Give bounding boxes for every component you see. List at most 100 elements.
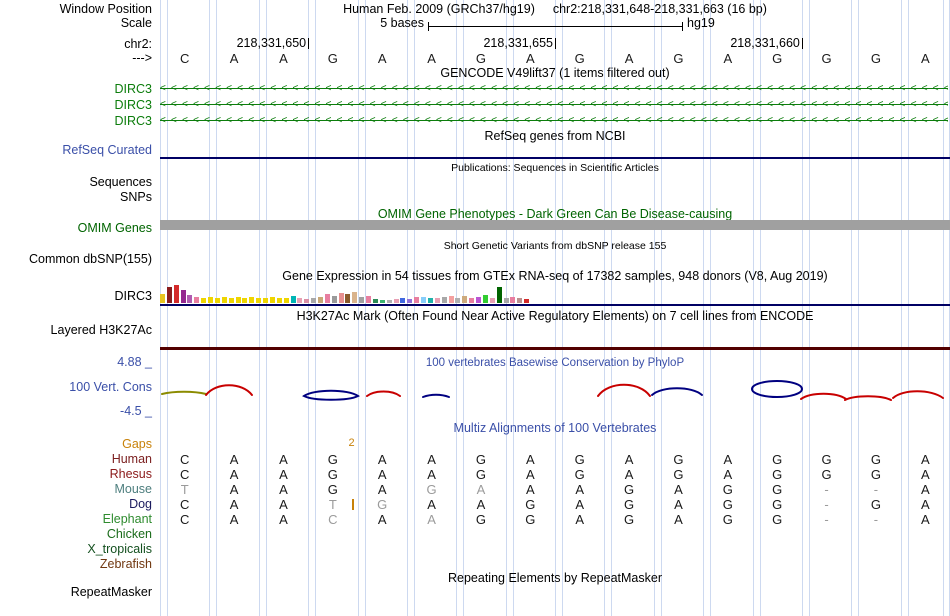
alignment-base: G: [525, 497, 536, 512]
genome-browser-image[interactable]: Window Position Human Feb. 2009 (GRCh37/…: [0, 0, 950, 616]
alignment-base: A: [723, 452, 733, 467]
alignment-base: G: [624, 497, 635, 512]
alignment-base: G: [475, 467, 486, 482]
alignment-base: A: [920, 482, 930, 497]
alignment-row-elephant[interactable]: CAACAAGGAGAGG--A: [160, 512, 950, 527]
alignment-base: G: [624, 482, 635, 497]
alignment-base: A: [920, 452, 930, 467]
alignment-base: G: [821, 467, 832, 482]
alignment-base: G: [673, 467, 684, 482]
alignment-row-x_tropicalis[interactable]: [160, 542, 950, 557]
alignment-base: A: [525, 482, 535, 497]
species-label-rhesus[interactable]: Rhesus: [0, 467, 152, 481]
alignment-base: G: [327, 452, 338, 467]
alignment-base: G: [525, 512, 536, 527]
alignment-base: C: [180, 467, 190, 482]
alignment-base: C: [180, 452, 190, 467]
repeatmasker-label[interactable]: RepeatMasker: [0, 585, 152, 599]
alignment-base: A: [674, 512, 683, 527]
alignment-base: G: [722, 482, 733, 497]
alignment-base: A: [427, 467, 436, 482]
alignment-base: A: [279, 512, 288, 527]
alignment-base: C: [180, 497, 190, 512]
multiz-alignment[interactable]: Gaps 2 Human C A A G A A G A G A G A G G G A Rhesus C A A G A A G A…: [0, 0, 950, 616]
insertion-tick: [351, 499, 354, 510]
alignment-base: G: [574, 452, 585, 467]
alignment-base: A: [920, 467, 930, 482]
alignment-base: C: [328, 512, 338, 527]
alignment-row-zebrafish[interactable]: [160, 557, 950, 572]
alignment-base: A: [279, 467, 288, 482]
alignment-base: A: [624, 452, 634, 467]
alignment-base: G: [475, 452, 486, 467]
alignment-base: -: [873, 512, 879, 527]
alignment-base: -: [873, 482, 879, 497]
species-label-dog[interactable]: Dog: [0, 497, 152, 511]
alignment-base: A: [575, 512, 585, 527]
alignment-base: G: [475, 512, 486, 527]
alignment-base: G: [772, 467, 783, 482]
alignment-base: A: [476, 497, 486, 512]
alignment-base: A: [476, 482, 486, 497]
alignment-base: A: [674, 497, 683, 512]
alignment-base: A: [525, 467, 535, 482]
alignment-base: T: [180, 482, 189, 497]
alignment-row-rhesus[interactable]: CAAGAAGAGAGAGGGA: [160, 467, 950, 482]
alignment-row-human[interactable]: CAAGAAGAGAGAGGGA: [160, 452, 950, 467]
alignment-base: A: [229, 452, 239, 467]
species-label-elephant[interactable]: Elephant: [0, 512, 152, 526]
alignment-base: G: [772, 497, 783, 512]
alignment-base: G: [377, 497, 388, 512]
alignment-base: A: [279, 452, 288, 467]
alignment-base: G: [673, 452, 684, 467]
alignment-base: G: [870, 497, 881, 512]
alignment-base: -: [824, 482, 829, 497]
alignment-base: C: [180, 512, 190, 527]
alignment-base: G: [574, 467, 585, 482]
alignment-base: A: [624, 467, 634, 482]
alignment-base: G: [327, 467, 338, 482]
alignment-base: A: [229, 497, 239, 512]
alignment-base: A: [377, 452, 387, 467]
alignment-base: A: [279, 482, 288, 497]
alignment-base: A: [427, 452, 436, 467]
species-label-x_tropicalis[interactable]: X_tropicalis: [0, 542, 152, 556]
alignment-base: A: [229, 482, 239, 497]
alignment-base: T: [328, 497, 337, 512]
alignment-base: G: [624, 512, 635, 527]
alignment-base: G: [722, 512, 733, 527]
species-label-mouse[interactable]: Mouse: [0, 482, 152, 496]
alignment-base: A: [575, 482, 585, 497]
alignment-row-chicken[interactable]: [160, 527, 950, 542]
alignment-base: G: [772, 482, 783, 497]
alignment-base: A: [279, 497, 288, 512]
repeatmasker-track-title[interactable]: Repeating Elements by RepeatMasker: [160, 571, 950, 585]
alignment-base: -: [824, 512, 829, 527]
species-label-human[interactable]: Human: [0, 452, 152, 466]
alignment-base: A: [525, 452, 535, 467]
multiz-gaps-label[interactable]: Gaps: [0, 437, 152, 451]
alignment-row-dog[interactable]: CAATGAAGAGAGG-GA: [160, 497, 950, 512]
alignment-base: G: [870, 452, 881, 467]
alignment-row-mouse[interactable]: TAAGAGAAAGAGG--A: [160, 482, 950, 497]
alignment-base: G: [772, 452, 783, 467]
alignment-base: A: [920, 512, 930, 527]
species-label-chicken[interactable]: Chicken: [0, 527, 152, 541]
alignment-base: G: [426, 482, 437, 497]
alignment-base: -: [824, 497, 829, 512]
alignment-base: A: [427, 512, 436, 527]
alignment-base: G: [821, 452, 832, 467]
alignment-base: A: [920, 497, 930, 512]
alignment-base: G: [722, 497, 733, 512]
alignment-base: G: [327, 482, 338, 497]
species-label-zebrafish[interactable]: Zebrafish: [0, 557, 152, 571]
alignment-base: G: [870, 467, 881, 482]
alignment-base: A: [377, 512, 387, 527]
alignment-base: A: [427, 497, 436, 512]
gap-insert-count: 2: [348, 437, 355, 449]
alignment-base: A: [723, 467, 733, 482]
alignment-base: A: [575, 497, 585, 512]
alignment-base: A: [377, 467, 387, 482]
alignment-base: A: [229, 467, 239, 482]
alignment-base: A: [377, 482, 387, 497]
